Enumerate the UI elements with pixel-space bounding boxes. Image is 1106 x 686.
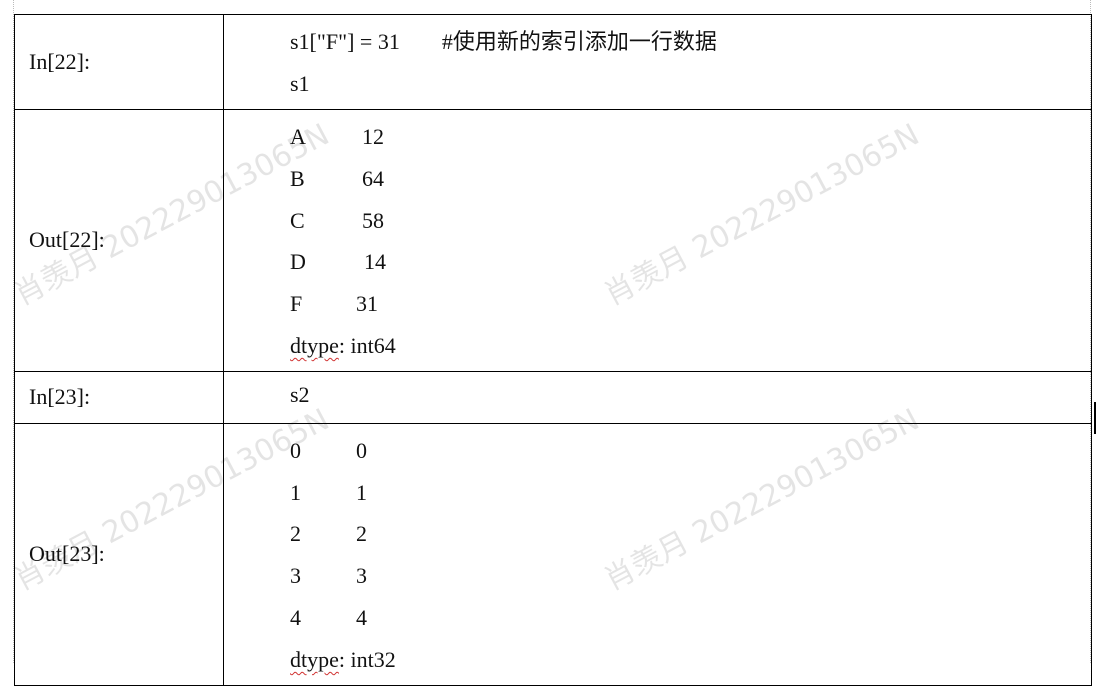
dtype-value: : int64: [338, 332, 396, 358]
value-label: 0: [356, 437, 367, 463]
index-label: 1: [290, 479, 301, 505]
value-label: 12: [362, 124, 384, 149]
cell-label: Out[22]:: [14, 109, 224, 372]
output-line: A 12: [290, 116, 1091, 158]
output-line: dtype: int32: [290, 639, 1091, 681]
cell-output: 00 11 22 33 44 dtype: int32: [223, 422, 1092, 686]
value-label: 4: [356, 604, 367, 630]
cell-row-out-22: Out[22]: A 12 B 64 C 58 D 14 F 31 dtype: int6…: [14, 109, 1092, 372]
index-label: F: [290, 291, 303, 317]
document-page: In[22]: s1["F"] = 31 #使用新的索引添加一行数据 s1 Out…: [0, 0, 1106, 686]
cell-label: In[23]:: [14, 370, 224, 424]
cell-row-out-23: Out[23]: 00 11 22 33 44 dtype: int32: [14, 422, 1092, 686]
output-line: 33: [290, 555, 1091, 597]
index-label: 0: [290, 437, 301, 463]
index-label: 2: [290, 521, 301, 547]
code-text: s1["F"] = 31: [290, 29, 400, 54]
index-label: A: [290, 124, 306, 149]
cell-row-in-22: In[22]: s1["F"] = 31 #使用新的索引添加一行数据 s1: [14, 14, 1092, 110]
value-label: 1: [356, 479, 367, 505]
output-line: F 31: [290, 283, 1091, 325]
value-label: 3: [356, 563, 367, 589]
output-line: 22: [290, 513, 1091, 555]
output-line: 00: [290, 430, 1091, 472]
cell-code[interactable]: s1["F"] = 31 #使用新的索引添加一行数据 s1: [223, 14, 1092, 110]
text-cursor: [1094, 402, 1096, 434]
code-line: s1: [290, 71, 310, 96]
index-label: D: [290, 249, 306, 275]
value-label: 64: [362, 165, 384, 191]
dtype-word: dtype: [290, 646, 339, 672]
code-comment: #使用新的索引添加一行数据: [441, 29, 717, 54]
output-line: dtype: int64: [290, 325, 1091, 367]
output-line: 11: [290, 472, 1091, 514]
code-line: s2: [290, 382, 310, 408]
output-line: D 14: [290, 241, 1091, 283]
value-label: 58: [362, 207, 384, 233]
value-label: 31: [356, 291, 378, 317]
index-label: 3: [290, 563, 301, 589]
index-label: C: [290, 207, 305, 233]
index-label: B: [290, 165, 305, 191]
cell-label: In[22]:: [14, 14, 224, 110]
cell-row-in-23: In[23]: s2: [14, 370, 1092, 424]
output-line: 44: [290, 597, 1091, 639]
output-line: B 64: [290, 158, 1091, 200]
cell-output: A 12 B 64 C 58 D 14 F 31 dtype: int64: [223, 109, 1092, 372]
notebook-cells-table: In[22]: s1["F"] = 31 #使用新的索引添加一行数据 s1 Out…: [14, 14, 1092, 686]
index-label: 4: [290, 604, 301, 630]
value-label: 2: [356, 521, 367, 547]
output-line: C 58: [290, 200, 1091, 242]
cell-label: Out[23]:: [14, 422, 224, 686]
cell-code[interactable]: s2: [223, 370, 1092, 424]
dtype-value: : int32: [338, 646, 396, 672]
code-line: s1["F"] = 31 #使用新的索引添加一行数据: [290, 21, 1091, 63]
dtype-word: dtype: [290, 332, 339, 358]
value-label: 14: [364, 249, 386, 275]
